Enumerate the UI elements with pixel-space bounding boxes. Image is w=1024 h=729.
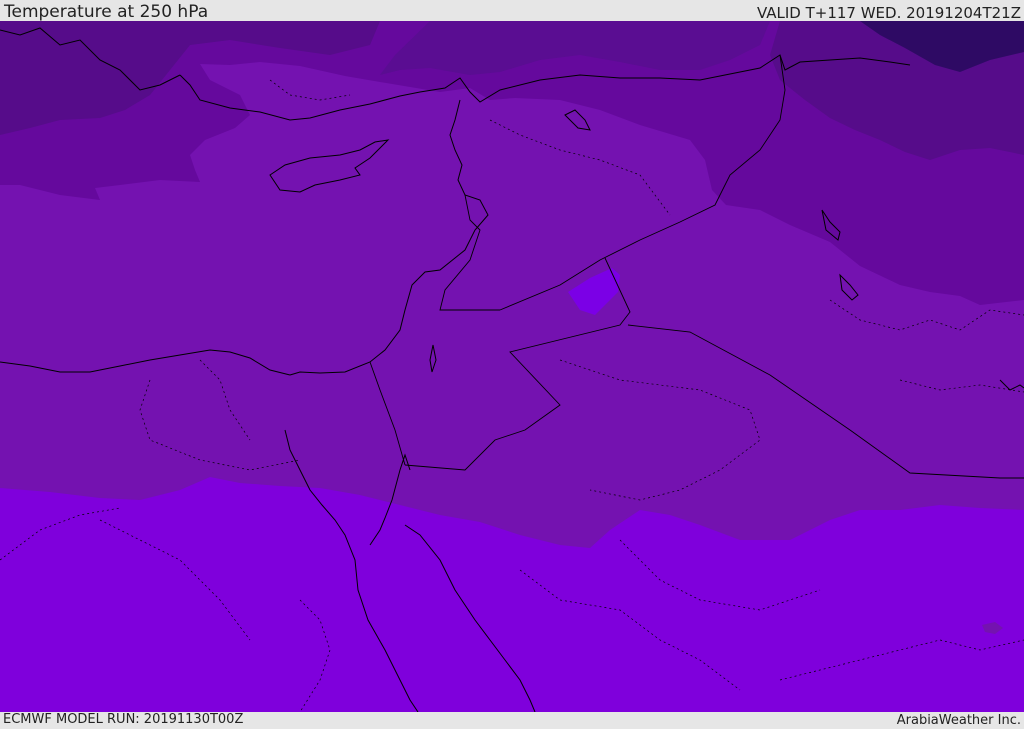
map-title: Temperature at 250 hPa: [4, 2, 209, 22]
valid-time: VALID T+117 WED. 20191204T21Z: [756, 4, 1021, 22]
temperature-map-svg: [0, 21, 1024, 712]
map-canvas: [0, 21, 1024, 712]
header-bar: Temperature at 250 hPa VALID T+117 WED. …: [0, 0, 1024, 21]
credit-label: ArabiaWeather Inc.: [896, 713, 1021, 728]
map-figure: Temperature at 250 hPa VALID T+117 WED. …: [0, 0, 1024, 729]
model-run-label: ECMWF MODEL RUN: 20191130T00Z: [3, 712, 244, 727]
footer-bar: ECMWF MODEL RUN: 20191130T00Z ArabiaWeat…: [0, 712, 1024, 729]
